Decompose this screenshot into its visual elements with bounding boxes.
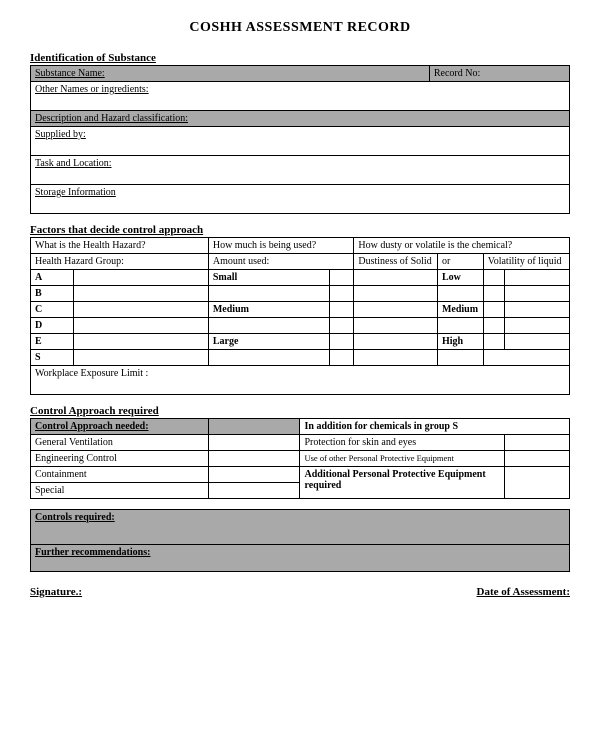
group-b: B xyxy=(31,286,74,302)
amt-a: Small xyxy=(208,270,329,286)
dust-a: Low xyxy=(437,270,483,286)
supplied-by-label: Supplied by: xyxy=(31,127,570,156)
amt-e: Large xyxy=(208,334,329,350)
document-title: COSHH ASSESSMENT RECORD xyxy=(30,20,570,36)
dustiness-label: Dustiness of Solid xyxy=(354,254,438,270)
additional-ppe: Additional Personal Protective Equipment… xyxy=(300,467,505,499)
further-recommendations-label: Further recommendations: xyxy=(31,545,570,572)
protection-skin-eyes: Protection for skin and eyes xyxy=(300,435,505,451)
controls-required-label: Controls required: xyxy=(31,510,570,545)
controls-recommendations-table: Controls required: Further recommendatio… xyxy=(30,509,570,572)
signature-label: Signature.: xyxy=(30,586,82,598)
section-factors-heading: Factors that decide control approach xyxy=(30,224,570,236)
control-approach-table: Control Approach needed: In addition for… xyxy=(30,418,570,499)
section-control-heading: Control Approach required xyxy=(30,405,570,417)
identification-table: Substance Name: Record No: Other Names o… xyxy=(30,65,570,214)
dust-e: High xyxy=(437,334,483,350)
group-a: A xyxy=(31,270,74,286)
control-needed-label: Control Approach needed: xyxy=(31,419,209,435)
storage-label: Storage Information xyxy=(31,185,570,214)
engineering-control: Engineering Control xyxy=(31,451,209,467)
record-no-label: Record No: xyxy=(429,66,569,82)
addition-group-s-label: In addition for chemicals in group S xyxy=(300,419,570,435)
general-ventilation: General Ventilation xyxy=(31,435,209,451)
substance-name-label: Substance Name: xyxy=(31,66,430,82)
other-names-label: Other Names or ingredients: xyxy=(31,82,570,111)
group-s: S xyxy=(31,350,74,366)
health-hazard-group-label: Health Hazard Group: xyxy=(31,254,209,270)
special: Special xyxy=(31,483,209,499)
group-c: C xyxy=(31,302,74,318)
group-e: E xyxy=(31,334,74,350)
group-d: D xyxy=(31,318,74,334)
section-identification-heading: Identification of Substance xyxy=(30,52,570,64)
wel-label: Workplace Exposure Limit : xyxy=(31,366,570,395)
other-ppe: Use of other Personal Protective Equipme… xyxy=(300,451,505,467)
q-health-hazard: What is the Health Hazard? xyxy=(31,238,209,254)
containment: Containment xyxy=(31,467,209,483)
amt-c: Medium xyxy=(208,302,329,318)
volatility-label: Volatility of liquid xyxy=(483,254,569,270)
date-assessment-label: Date of Assessment: xyxy=(477,586,570,598)
task-location-label: Task and Location: xyxy=(31,156,570,185)
description-label: Description and Hazard classification: xyxy=(31,111,570,127)
q-amount-used: How much is being used? xyxy=(208,238,354,254)
footer-row: Signature.: Date of Assessment: xyxy=(30,586,570,598)
amount-used-label: Amount used: xyxy=(208,254,354,270)
factors-table: What is the Health Hazard? How much is b… xyxy=(30,237,570,395)
dust-c: Medium xyxy=(437,302,483,318)
q-dusty-volatile: How dusty or volatile is the chemical? xyxy=(354,238,570,254)
or-label: or xyxy=(437,254,483,270)
